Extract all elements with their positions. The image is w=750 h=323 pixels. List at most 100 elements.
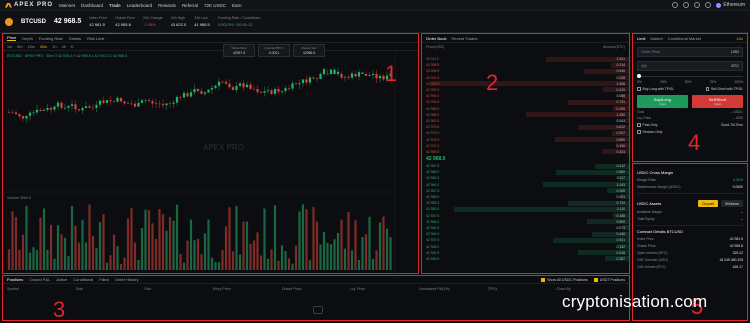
nav-item-trade[interactable]: Trade (109, 3, 121, 8)
pct-50[interactable]: 50% (685, 80, 692, 84)
ask-row[interactable]: 42 969.5 0.324 (422, 149, 629, 155)
candle-body (280, 91, 284, 92)
nav-item-mainnet[interactable]: Mainnet (59, 3, 75, 8)
reduce-only-checkbox[interactable]: Reduce-Only (637, 130, 662, 134)
nav-item-rewards[interactable]: Rewards (158, 3, 176, 8)
slider-handle[interactable] (637, 74, 641, 78)
order-form-panel: Limit Market Conditional Market 10x Orde… (632, 33, 748, 162)
bid-row[interactable]: 42 930.0 0.287 (422, 256, 629, 262)
candle-body (210, 87, 214, 90)
show-all-usdc-checkbox[interactable]: Show All USDC Positions (541, 277, 588, 282)
candlestick-chart[interactable]: Market Buy 42967.5 Quantity(BTC) 0.0001 Ma… (3, 44, 418, 274)
tab-funding-rate[interactable]: Funding Rate (39, 36, 63, 41)
globe-icon[interactable] (683, 2, 690, 8)
nav-item-promo[interactable]: 72K USDC (204, 3, 226, 8)
timeframe-1h[interactable]: 1h (52, 45, 56, 49)
depth-bar (619, 175, 629, 181)
leverage-selector[interactable]: 10x (737, 36, 743, 41)
tab-limit[interactable]: Limit (637, 36, 645, 41)
tab-conditional[interactable]: Conditional (73, 277, 93, 282)
order-price: 43 008.5 (426, 63, 440, 68)
volume-bar (130, 208, 133, 270)
sell-short-button[interactable]: Sell/Short Cost (692, 95, 743, 108)
nav-item-earn[interactable]: Earn (232, 3, 242, 8)
tab-details[interactable]: Details (69, 36, 81, 41)
ethereum-icon (716, 2, 722, 8)
tab-recent-trades[interactable]: Recent Trades (451, 36, 477, 41)
volume-bar (256, 232, 259, 270)
volume-bar (277, 260, 280, 270)
buy-long-tpsl-checkbox[interactable]: Buy Long with TP/SL (637, 87, 674, 91)
volume-bar (368, 216, 371, 270)
sell-short-tpsl-checkbox[interactable]: Sell Short with TP/SL (705, 87, 743, 91)
pct-0[interactable]: 0% (637, 80, 642, 84)
available-margin-row: Available Margin -- (637, 210, 743, 214)
volume-bar (238, 254, 242, 270)
tab-closed-pnl[interactable]: Closed P&L (29, 277, 50, 282)
usdt-positions-checkbox[interactable]: USDT Positions (593, 277, 625, 282)
candle-body (224, 81, 228, 84)
candle-body (277, 89, 280, 92)
tab-conditional-market[interactable]: Conditional Market (668, 36, 701, 41)
tab-market[interactable]: Market (650, 36, 662, 41)
total-equity-row: Total Equity -- (637, 217, 743, 221)
tab-risk-limit[interactable]: Risk Limit (87, 36, 104, 41)
candle-body (25, 115, 28, 119)
symbol-selector[interactable]: BTCUSD (21, 19, 46, 25)
timeframe-5m[interactable]: 5m (17, 45, 22, 49)
nav-item-referral[interactable]: Referral (182, 3, 198, 8)
col-side: Side (75, 287, 83, 291)
buy-long-button[interactable]: Buy/Long Cost (637, 95, 688, 108)
notification-icon[interactable] (705, 2, 712, 8)
volume-bar (263, 208, 266, 270)
tab-price[interactable]: Price (7, 35, 17, 41)
tab-order-history[interactable]: Order History (115, 277, 139, 282)
timeframe-15m[interactable]: 15m (28, 45, 35, 49)
timeframe-30m[interactable]: 30m (40, 45, 47, 49)
nav-item-dashboard[interactable]: Dashboard (81, 3, 103, 8)
help-icon[interactable] (672, 2, 679, 8)
qty-slider[interactable] (637, 74, 743, 78)
tab-active[interactable]: Active (56, 277, 67, 282)
tab-order-book[interactable]: Order Book (426, 36, 446, 41)
volume-bar (21, 234, 25, 270)
candle-body (119, 97, 123, 102)
pct-75[interactable]: 75% (710, 80, 717, 84)
volume-bar (301, 204, 305, 270)
time-in-force-select[interactable]: Good-Till-Time (721, 123, 743, 127)
candle-body (322, 69, 326, 74)
annotation-2: 2 (486, 70, 499, 95)
qty-input[interactable]: Qty BTC (637, 61, 743, 71)
stat-24h-high: 24h High 43 622.0 (170, 16, 187, 27)
deposit-button[interactable]: Deposit (698, 200, 718, 207)
maintenance-margin-row: Maintenance Margin (USDC) 0.0000 (637, 185, 743, 189)
col-size: Size (144, 287, 152, 291)
timeframe-4h[interactable]: 4h (62, 45, 66, 49)
depth-bar (622, 225, 629, 231)
tab-depth[interactable]: Depth (22, 36, 33, 41)
settings-icon[interactable] (694, 2, 701, 8)
order-book-panel: Order Book Recent Trades Price(USD) Amou… (421, 33, 630, 274)
apex-pro-logo[interactable]: APEX PRO (5, 2, 53, 8)
volume-bar (137, 259, 140, 270)
candle-body (28, 112, 32, 116)
pct-100[interactable]: 100% (734, 80, 743, 84)
tab-positions[interactable]: Positions (7, 277, 23, 282)
depth-bar (546, 56, 629, 62)
timeframe-1m[interactable]: 1m (7, 45, 12, 49)
volume-bar (126, 218, 130, 270)
order-price-input[interactable]: Order Price USD (637, 47, 743, 57)
pct-25[interactable]: 25% (660, 80, 667, 84)
candle-body (186, 93, 189, 97)
volume-bar (28, 252, 32, 270)
depth-bar (621, 93, 629, 99)
order-price: 42 945.0 (426, 219, 440, 224)
post-only-checkbox[interactable]: Post-Only (637, 123, 657, 127)
nav-item-leaderboard[interactable]: Leaderboard (127, 3, 153, 8)
tab-filled[interactable]: Filled (99, 277, 109, 282)
timeframe-1d[interactable]: D (71, 45, 74, 49)
order-price: 42 979.5 (426, 125, 440, 130)
withdraw-button[interactable]: Withdraw (720, 200, 743, 207)
contract-oracle-price: Oracle Price 42 955.8 (637, 244, 743, 248)
wallet-button[interactable]: Ethereum (716, 2, 745, 8)
